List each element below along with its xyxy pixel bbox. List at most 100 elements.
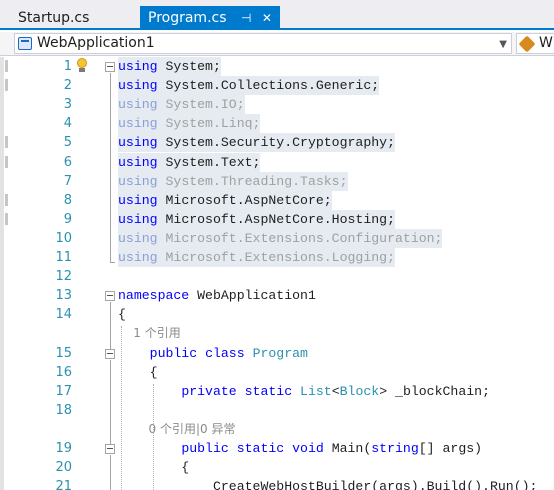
collapse-toggle-icon[interactable]: [105, 291, 115, 302]
line-number: 21: [55, 479, 72, 490]
code-token: System.Linq;: [157, 116, 261, 132]
keyword-token: public: [149, 345, 198, 361]
lightbulb-icon[interactable]: [76, 58, 88, 73]
outline-line: [110, 73, 111, 262]
code-text: using Microsoft.AspNetCore.Hosting;: [118, 209, 395, 229]
code-line[interactable]: 21 CreateWebHostBuilder(args).Build().Ru…: [0, 477, 554, 490]
keyword-token: void: [292, 441, 324, 456]
tab-startup-cs[interactable]: Startup.cs: [10, 6, 138, 30]
line-number: 10: [55, 230, 72, 246]
keyword-token: using: [118, 59, 158, 74]
code-line[interactable]: 9 using Microsoft.AspNetCore.Hosting;: [0, 209, 554, 229]
code-line[interactable]: 12: [0, 267, 554, 286]
code-token: CreateWebHostBuilder(args).Build().Run()…: [118, 479, 538, 490]
line-number: 18: [55, 402, 72, 418]
line-number: 14: [55, 307, 72, 323]
codelens-reference-count[interactable]: 1 个引用: [118, 324, 180, 343]
line-number: 20: [55, 460, 72, 476]
line-number: 9: [63, 211, 72, 227]
keyword-token: using: [118, 211, 158, 227]
code-token: Microsoft.AspNetCore.Hosting;: [157, 211, 395, 227]
outline-line: [110, 455, 111, 490]
keyword-token: using: [118, 97, 158, 113]
code-line[interactable]: 6 using System.Text;: [0, 152, 554, 172]
code-text: using Microsoft.AspNetCore;: [118, 190, 332, 210]
code-line[interactable]: 16 {: [0, 363, 554, 382]
code-text: public class Program: [118, 344, 308, 363]
line-number: 1: [63, 59, 72, 74]
code-token: Microsoft.Extensions.Configuration;: [157, 230, 443, 246]
outline-line: [110, 302, 111, 350]
code-line[interactable]: 4 using System.Linq;: [0, 114, 554, 134]
keyword-token: static: [244, 383, 293, 399]
code-text: using System.Linq;: [118, 114, 261, 134]
code-line[interactable]: 5 using System.Security.Cryptography;: [0, 133, 554, 153]
code-editor[interactable]: 1 using System; 2 using System.Collections.…: [0, 57, 554, 490]
code-line[interactable]: 17 private static List<Block> _blockChai…: [0, 382, 554, 401]
code-line[interactable]: 8 using Microsoft.AspNetCore;: [0, 190, 554, 210]
code-text: private static List<Block> _blockChain;: [118, 382, 490, 401]
line-number: 17: [55, 383, 72, 399]
keyword-token: using: [118, 78, 158, 94]
line-number: 2: [63, 78, 72, 94]
keyword-token: private: [181, 383, 237, 399]
line-number: 3: [63, 97, 72, 113]
code-line[interactable]: 7 using System.Threading.Tasks;: [0, 171, 554, 191]
code-line[interactable]: 2 using System.Collections.Generic;: [0, 76, 554, 96]
code-text: {: [118, 363, 158, 382]
code-line[interactable]: 11 using Microsoft.Extensions.Logging;: [0, 248, 554, 267]
code-text: using Microsoft.Extensions.Logging;: [118, 248, 395, 267]
project-dropdown[interactable]: WebApplication1 ▼: [14, 33, 512, 54]
pin-icon[interactable]: ⊣: [241, 6, 251, 30]
code-token: <: [331, 383, 340, 399]
code-line[interactable]: 19 public static void Main(string[] args…: [0, 439, 554, 458]
project-name: WebApplication1: [37, 35, 155, 51]
code-token: System.Text;: [157, 154, 261, 170]
codelens-row[interactable]: 0 个引用|0 异常: [0, 420, 554, 439]
code-line[interactable]: 10 using Microsoft.Extensions.Configurati…: [0, 228, 554, 248]
code-text: using System.Security.Cryptography;: [118, 133, 395, 153]
code-text: using System;: [118, 57, 221, 76]
code-token: Microsoft.Extensions.Logging;: [157, 250, 395, 265]
keyword-token: using: [118, 154, 158, 170]
code-token: [] args): [418, 441, 483, 456]
line-number: 12: [55, 269, 72, 285]
codelens-row[interactable]: 1 个引用: [0, 324, 554, 343]
code-line[interactable]: 14 {: [0, 305, 554, 324]
code-line[interactable]: 1 using System;: [0, 57, 554, 76]
code-line[interactable]: 20 {: [0, 458, 554, 477]
collapse-toggle-icon[interactable]: [105, 62, 115, 72]
code-text: using Microsoft.Extensions.Configuration…: [118, 228, 443, 248]
indent-guide: [121, 326, 122, 490]
code-line[interactable]: 3 using System.IO;: [0, 95, 554, 115]
line-number: 15: [55, 345, 72, 361]
code-line[interactable]: 13 namespace WebApplication1: [0, 286, 554, 305]
tab-label: Startup.cs: [18, 10, 90, 26]
keyword-token: public: [181, 441, 229, 456]
collapse-toggle-icon[interactable]: [105, 348, 115, 359]
member-dropdown[interactable]: W: [516, 33, 554, 54]
chevron-down-icon[interactable]: ▼: [499, 35, 507, 54]
code-token: System.Security.Cryptography;: [157, 135, 395, 151]
line-number: 11: [55, 250, 72, 265]
code-token: WebApplication1: [189, 288, 316, 304]
close-icon[interactable]: ✕: [262, 6, 272, 30]
code-text: using System.IO;: [118, 95, 245, 115]
type-token: Program: [252, 345, 308, 361]
code-line[interactable]: 18: [0, 401, 554, 420]
code-line[interactable]: 15 public class Program: [0, 344, 554, 363]
keyword-token: using: [118, 250, 158, 265]
tab-program-cs[interactable]: Program.cs ⊣ ✕: [140, 6, 280, 30]
codelens-reference-count[interactable]: 0 个引用|0 异常: [118, 420, 236, 439]
collapse-toggle-icon[interactable]: [105, 444, 115, 454]
line-number: 4: [63, 116, 72, 132]
keyword-token: using: [118, 173, 158, 189]
navigation-bar: WebApplication1 ▼ W: [0, 32, 554, 56]
line-number: 7: [63, 173, 72, 189]
code-token: Main(: [323, 441, 372, 456]
